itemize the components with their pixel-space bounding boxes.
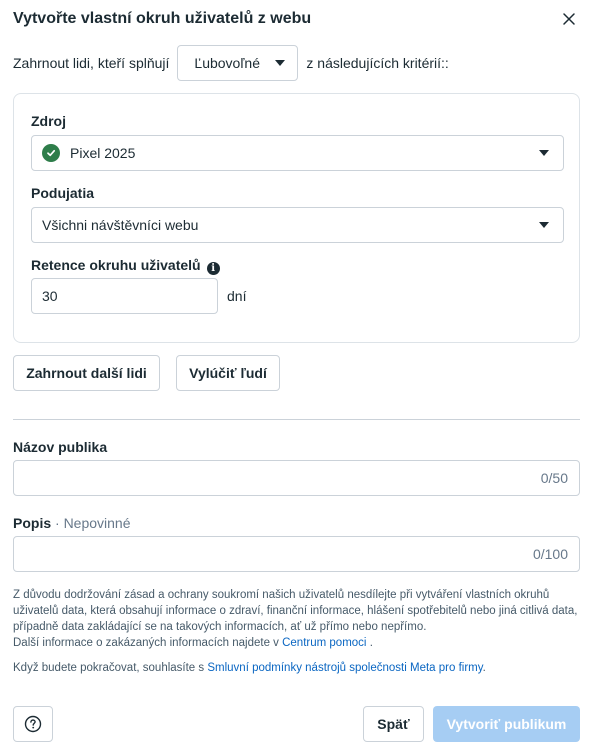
source-dropdown[interactable]: Pixel 2025 <box>31 135 564 171</box>
retention-label-row: Retence okruhu uživatelů i <box>31 257 220 275</box>
question-icon <box>24 715 42 733</box>
chevron-down-icon <box>539 150 549 156</box>
chevron-down-icon <box>539 222 549 228</box>
include-row: Zahrnout lidi, kteří splňují Ľubovoľné z… <box>13 44 449 81</box>
match-type-dropdown[interactable]: Ľubovoľné <box>177 44 299 81</box>
privacy-more-prefix: Další informace o zakázaných informacích… <box>13 637 279 649</box>
description-label-row: Popis · Nepovinné <box>13 515 131 531</box>
include-more-button[interactable]: Zahrnout další lidi <box>13 355 160 391</box>
privacy-notice: Z důvodu dodržování zásad a ochrany souk… <box>13 587 583 651</box>
audience-name-input[interactable]: 0/50 <box>13 460 580 496</box>
help-center-link[interactable]: Centrum pomoci <box>282 637 366 649</box>
check-circle-icon <box>42 144 60 162</box>
events-label: Podujatia <box>31 185 95 201</box>
privacy-more-suffix: . <box>369 637 373 649</box>
events-value: Všichni návštěvníci webu <box>42 217 199 233</box>
chevron-down-icon <box>275 59 286 66</box>
description-counter: 0/100 <box>532 546 568 562</box>
consent-prefix: Když budete pokračovat, souhlasíte s <box>13 662 205 674</box>
include-prefix: Zahrnout lidi, kteří splňují <box>13 54 170 71</box>
description-label: Popis <box>13 515 52 531</box>
divider <box>13 419 580 420</box>
criteria-card: Zdroj Pixel 2025 Podujatia Všichni návšt… <box>13 93 580 343</box>
events-dropdown[interactable]: Všichni návštěvníci webu <box>31 207 564 243</box>
retention-label: Retence okruhu uživatelů <box>31 257 201 273</box>
consent-suffix: . <box>482 662 486 674</box>
exclude-button[interactable]: Vylúčiť ľudí <box>176 355 280 391</box>
include-suffix: z následujících kritérií:: <box>306 54 449 71</box>
help-button[interactable] <box>13 706 53 742</box>
privacy-notice-text: Z důvodu dodržování zásad a ochrany souk… <box>13 589 578 633</box>
retention-unit: dní <box>227 288 247 304</box>
audience-name-label: Názov publika <box>13 439 108 455</box>
description-optional: · Nepovinné <box>55 515 131 531</box>
match-type-value: Ľubovoľné <box>194 54 260 71</box>
back-button[interactable]: Späť <box>363 706 424 742</box>
dialog-title: Vytvořte vlastní okruh uživatelů z webu <box>13 10 312 27</box>
source-label: Zdroj <box>31 113 66 129</box>
create-audience-button[interactable]: Vytvoriť publikum <box>433 706 580 742</box>
privacy-more-line: Další informace o zakázaných informacích… <box>13 635 583 651</box>
source-value: Pixel 2025 <box>70 145 136 161</box>
close-icon[interactable] <box>560 10 578 28</box>
description-input[interactable]: 0/100 <box>13 536 580 572</box>
terms-link[interactable]: Smluvní podmínky nástrojů společnosti Me… <box>207 662 482 674</box>
retention-input[interactable]: 30 <box>31 278 218 314</box>
consent-line: Když budete pokračovat, souhlasíte s Sml… <box>13 662 486 674</box>
info-icon[interactable]: i <box>206 262 220 275</box>
audience-name-counter: 0/50 <box>540 470 568 486</box>
